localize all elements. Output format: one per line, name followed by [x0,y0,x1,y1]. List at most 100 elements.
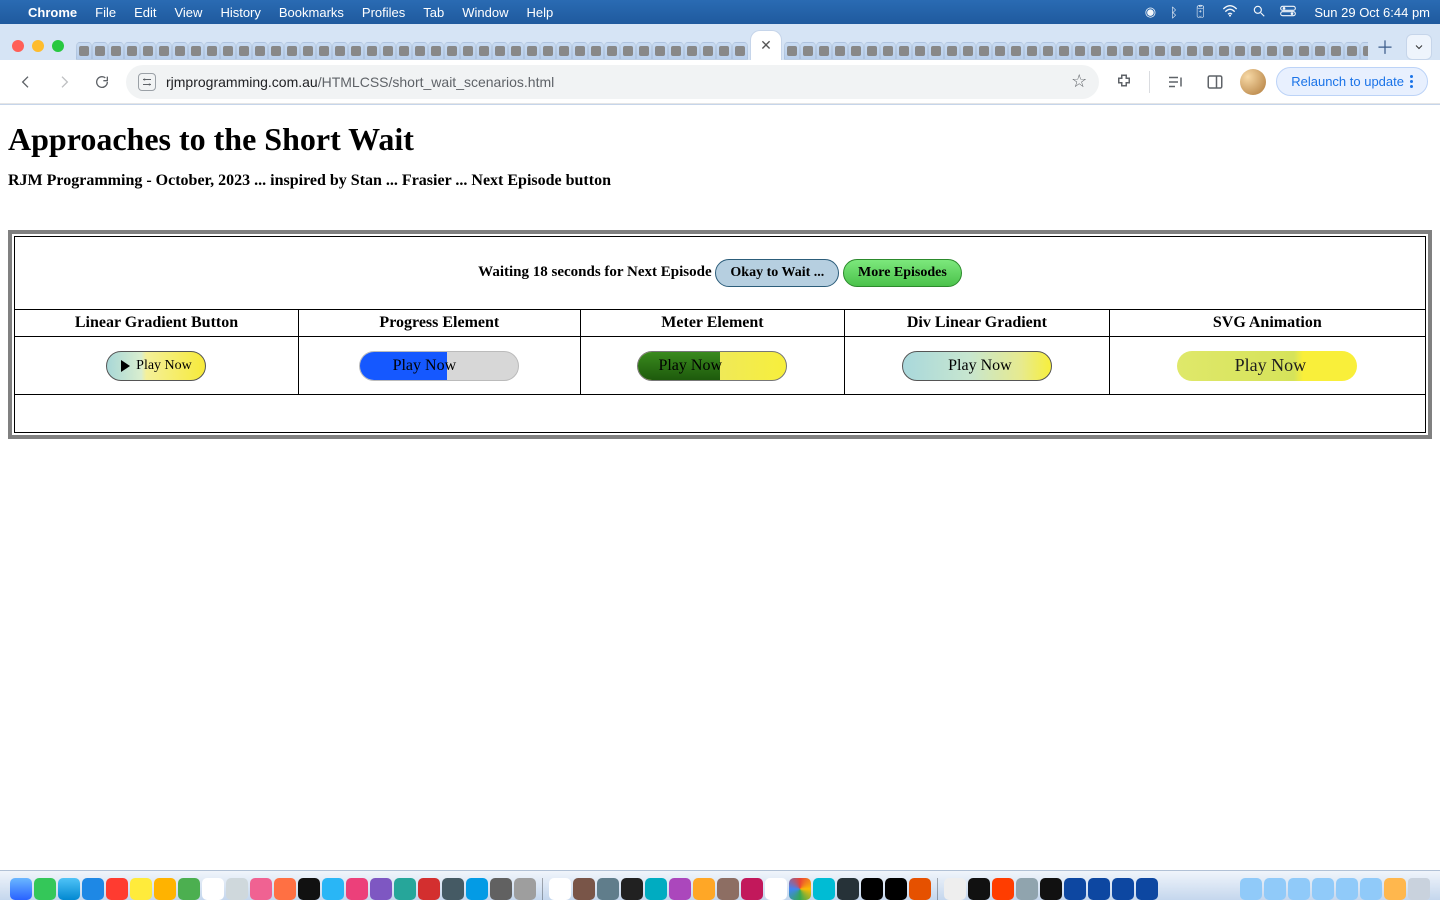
dock-app[interactable] [645,878,667,900]
dock-stack[interactable] [1384,878,1406,900]
tab[interactable] [1264,42,1280,60]
menu-file[interactable]: File [95,5,116,20]
tab[interactable] [1312,42,1328,60]
dock-app[interactable] [202,878,224,900]
tab[interactable] [1248,42,1264,60]
extensions-icon[interactable] [1109,67,1139,97]
tab[interactable] [1072,42,1088,60]
tab[interactable] [636,42,652,60]
tab[interactable] [236,42,252,60]
dock-app[interactable] [250,878,272,900]
tab[interactable] [716,42,732,60]
window-minimize-icon[interactable] [32,40,44,52]
dock-app[interactable] [514,878,536,900]
tab[interactable] [348,42,364,60]
play-button-progress[interactable]: Play Now [359,351,519,381]
dock-stack[interactable] [1336,878,1358,900]
tab[interactable] [108,42,124,60]
dock-app[interactable] [130,878,152,900]
dock-app[interactable] [418,878,440,900]
url-bar[interactable]: rjmprogramming.com.au/HTMLCSS/short_wait… [126,65,1099,99]
dock-app[interactable] [813,878,835,900]
tab[interactable] [476,42,492,60]
screen-record-icon[interactable]: ◉ [1145,4,1156,20]
dock-app[interactable] [322,878,344,900]
play-button-divgradient[interactable]: Play Now [902,351,1052,381]
dock-app[interactable] [717,878,739,900]
window-close-icon[interactable] [12,40,24,52]
tab[interactable] [848,42,864,60]
tab[interactable] [832,42,848,60]
dock-app[interactable] [466,878,488,900]
dock-app[interactable] [789,878,811,900]
tab[interactable] [140,42,156,60]
trash-icon[interactable] [1408,878,1430,900]
tab[interactable] [652,42,668,60]
tab[interactable] [460,42,476,60]
bluetooth-icon[interactable]: ᛒ [1170,5,1178,20]
tab[interactable] [1040,42,1056,60]
tab[interactable] [524,42,540,60]
tab[interactable] [928,42,944,60]
dock-app[interactable] [1112,878,1134,900]
menu-tab[interactable]: Tab [423,5,444,20]
dock-app[interactable] [274,878,296,900]
tab[interactable] [220,42,236,60]
tab[interactable] [1344,42,1360,60]
tab[interactable] [556,42,572,60]
tab[interactable] [1152,42,1168,60]
tab[interactable] [1024,42,1040,60]
nav-reload-button[interactable] [88,68,116,96]
tab[interactable] [1168,42,1184,60]
tab[interactable] [864,42,880,60]
dock-app[interactable] [226,878,248,900]
tab[interactable] [92,42,108,60]
tab[interactable] [76,42,92,60]
tab[interactable] [124,42,140,60]
tab[interactable] [188,42,204,60]
site-controls-icon[interactable] [138,73,156,91]
dock-app[interactable] [621,878,643,900]
tab[interactable] [800,42,816,60]
tab[interactable] [1088,42,1104,60]
dock-app[interactable] [1016,878,1038,900]
dock-app[interactable] [693,878,715,900]
tab[interactable] [1328,42,1344,60]
tab[interactable] [700,42,716,60]
tab[interactable] [620,42,636,60]
spotlight-icon[interactable] [1252,4,1266,21]
tab[interactable] [1184,42,1200,60]
tab[interactable] [444,42,460,60]
tab[interactable] [1136,42,1152,60]
more-episodes-button[interactable]: More Episodes [843,259,962,287]
tab[interactable] [992,42,1008,60]
control-center-icon[interactable] [1280,5,1296,20]
dock-app[interactable] [1064,878,1086,900]
tab[interactable] [204,42,220,60]
close-tab-icon[interactable]: ✕ [760,37,772,54]
tab[interactable] [1200,42,1216,60]
tab[interactable] [364,42,380,60]
new-tab-button[interactable]: ＋ [1372,34,1398,60]
tab[interactable] [1104,42,1120,60]
tab[interactable] [1360,42,1368,60]
bookmark-star-icon[interactable]: ☆ [1071,71,1087,92]
play-button-lineargradient[interactable]: Play Now [106,351,206,381]
dock-app[interactable] [370,878,392,900]
tab[interactable] [252,42,268,60]
tab[interactable] [668,42,684,60]
menu-help[interactable]: Help [527,5,554,20]
menu-history[interactable]: History [220,5,260,20]
dock-stack[interactable] [1240,878,1262,900]
dock-app[interactable] [82,878,104,900]
dock-app[interactable] [10,878,32,900]
dock-app[interactable] [573,878,595,900]
dock-app[interactable] [861,878,883,900]
battery-icon[interactable]: 🔋︎ [1192,4,1209,20]
dock-stack[interactable] [1360,878,1382,900]
tab[interactable] [1296,42,1312,60]
dock-app[interactable] [490,878,512,900]
tab[interactable] [1120,42,1136,60]
dock-app[interactable] [968,878,990,900]
tab[interactable] [896,42,912,60]
